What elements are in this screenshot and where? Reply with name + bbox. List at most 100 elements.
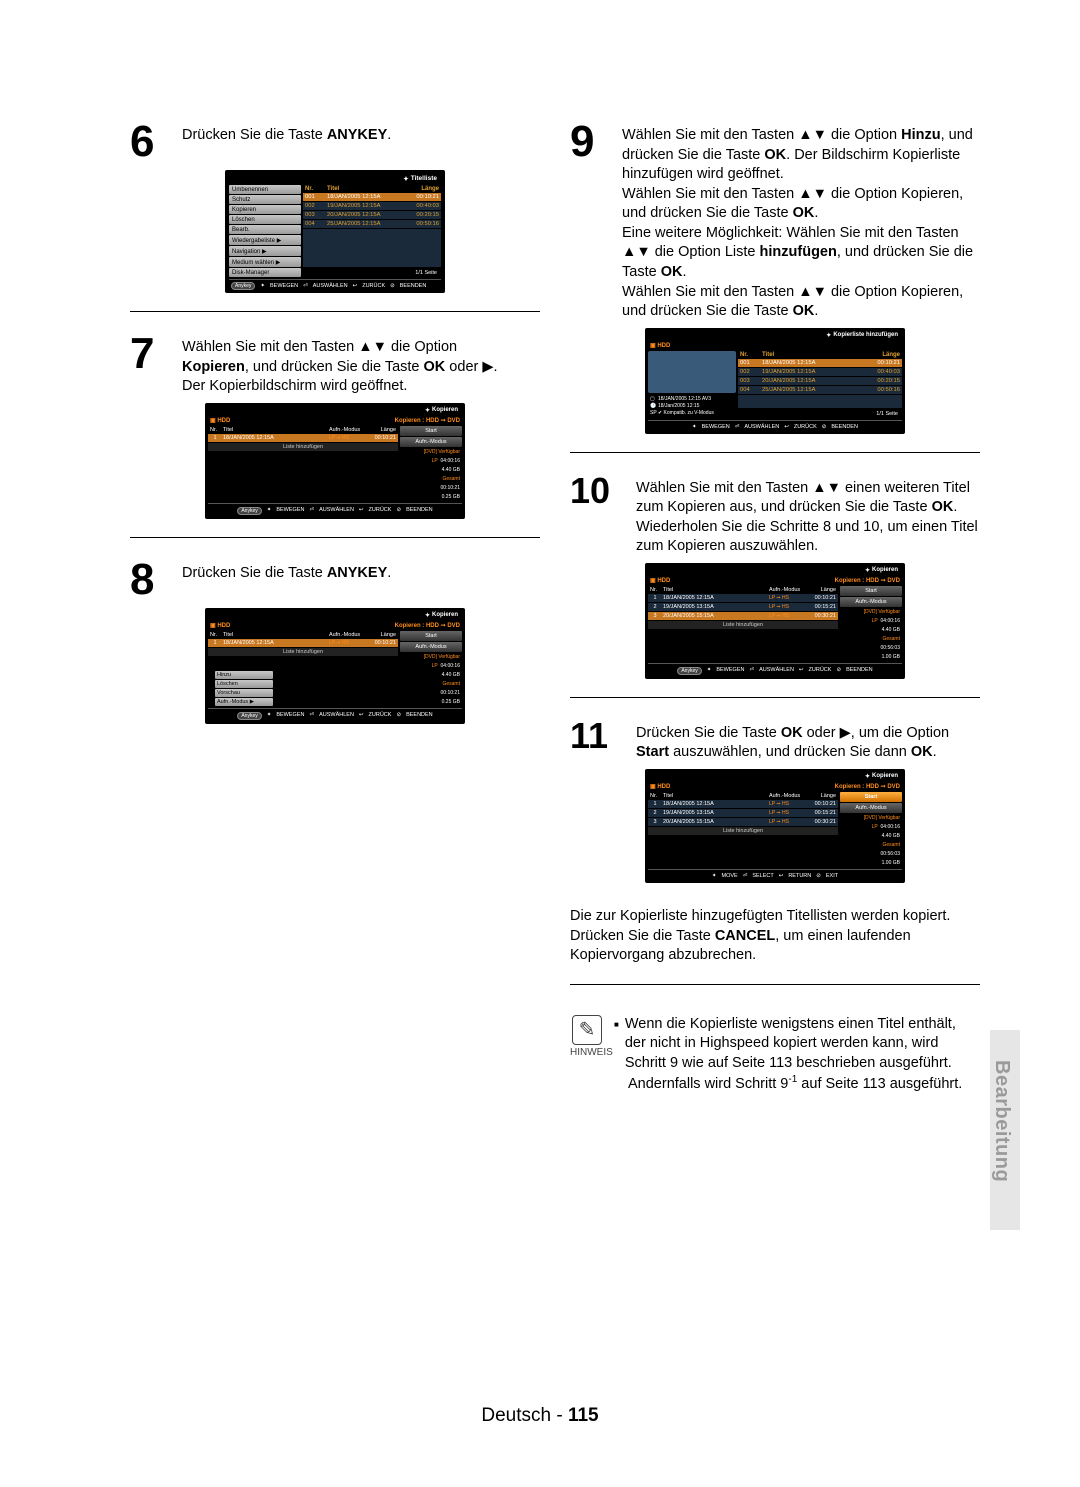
step-8-text: Drücken Sie die Taste ANYKEY.	[182, 558, 391, 584]
step-10-text: Wählen Sie mit den Tasten ▲▼ einen weite…	[636, 473, 980, 557]
scr-title: Titelliste	[229, 174, 441, 185]
table-row[interactable]: 00118/JAN/2005 12:15A00:10:21	[303, 193, 441, 201]
step-number: 6	[130, 120, 174, 164]
anykey-pill: Anykey	[237, 507, 261, 515]
aufn-modus-button[interactable]: Aufn.-Modus	[840, 597, 902, 607]
table-row[interactable]: 219/JAN/2005 13:15ALP ➞ HS00:15:21	[648, 603, 838, 611]
table-row[interactable]: 118/JAN/2005 12:15ALP ➞ HS00:10:21	[208, 639, 398, 647]
table-row[interactable]: 320/JAN/2005 15:15ALP ➞ HS00:30:21	[648, 612, 838, 620]
step-number: 9	[570, 120, 614, 164]
table-row[interactable]: 00118/JAN/2005 12:15A00:10:21	[738, 359, 902, 367]
after-11-text: Die zur Kopierliste hinzugefügten Titell…	[570, 901, 980, 966]
start-button[interactable]: Start	[400, 426, 462, 436]
thumbnail	[648, 351, 736, 393]
scr6-footer: Anykey ✦BEWEGEN ⏎AUSWÄHLEN ↩ZURÜCK ⊘BEEN…	[229, 279, 441, 290]
start-button[interactable]: Start	[840, 586, 902, 596]
page-indicator: 1/1 Seite	[303, 267, 441, 277]
separator	[570, 984, 980, 985]
anykey-pill: Anykey	[677, 667, 701, 675]
scr-title: Kopieren	[648, 566, 902, 576]
step-11-text: Drücken Sie die Taste OK oder ▶, um die …	[636, 718, 980, 763]
scr6-col-header: Nr.TitelLänge	[303, 185, 441, 193]
table-row[interactable]: 00425/JAN/2005 12:15A00:50:16	[303, 220, 441, 228]
aufn-modus-button[interactable]: Aufn.-Modus	[840, 803, 902, 813]
table-row[interactable]: 00320/JAN/2005 12:15A00:20:15	[303, 211, 441, 219]
side-tab: Bearbeitung	[990, 1030, 1020, 1230]
step-9-text: Wählen Sie mit den Tasten ▲▼ die Option …	[622, 120, 980, 322]
table-row[interactable]: 219/JAN/2005 13:15ALP ➞ HS00:15:21	[648, 809, 838, 817]
menu-item[interactable]: Disk-Manager	[229, 268, 301, 277]
popup-item[interactable]: Aufn.-Modus ▶	[215, 698, 273, 706]
hinweis-note: ✎ HINWEIS ■Wenn die Kopierliste wenigste…	[570, 1015, 980, 1095]
text: Drücken Sie die Taste	[182, 127, 327, 143]
menu-item[interactable]: Bearb.	[229, 225, 301, 234]
popup-item[interactable]: Hinzu	[215, 671, 273, 679]
step-number: 7	[130, 332, 174, 376]
separator	[570, 452, 980, 453]
scr-title: Kopierliste hinzufügen	[648, 331, 902, 341]
step-11: 11 Drücken Sie die Taste OK oder ▶, um d…	[570, 718, 980, 763]
table-row[interactable]: 118/JAN/2005 12:15ALP ➞ HS00:10:21	[648, 594, 838, 602]
page-columns: 6 Drücken Sie die Taste ANYKEY. Titellis…	[130, 120, 980, 1095]
start-button[interactable]: Start	[400, 631, 462, 641]
separator	[130, 311, 540, 312]
menu-item[interactable]: Löschen	[229, 215, 301, 224]
table-row[interactable]: 118/JAN/2005 12:15ALP ➞ HS00:10:21	[648, 800, 838, 808]
separator	[130, 537, 540, 538]
add-list-row[interactable]: Liste hinzufügen	[208, 443, 398, 451]
menu-item[interactable]: Navigation ▶	[229, 246, 301, 256]
screenshot-11-kopieren: Kopieren ▣ HDDKopieren : HDD ➞ DVD Nr.Ti…	[645, 769, 905, 883]
scr6-rows: 00118/JAN/2005 12:15A00:10:2100219/JAN/2…	[303, 193, 441, 229]
menu-item[interactable]: Schutz	[229, 195, 301, 204]
page-footer: Deutsch - 115	[0, 1405, 1080, 1427]
menu-item[interactable]: Kopieren	[229, 205, 301, 214]
popup-item[interactable]: Löschen	[215, 680, 273, 688]
table-row[interactable]: 320/JAN/2005 15:15ALP ➞ HS00:30:21	[648, 818, 838, 826]
scr6-side-menu: UmbenennenSchutzKopierenLöschenBearb.Wie…	[229, 185, 301, 277]
screenshot-9-add-list: Kopierliste hinzufügen ▣ HDD ▢18/JAN/200…	[645, 328, 905, 434]
add-list-row[interactable]: Liste hinzufügen	[208, 648, 398, 656]
left-column: 6 Drücken Sie die Taste ANYKEY. Titellis…	[130, 120, 540, 1095]
aufn-modus-button[interactable]: Aufn.-Modus	[400, 642, 462, 652]
step-number: 10	[570, 473, 628, 509]
note-text: ■Wenn die Kopierliste wenigstens einen T…	[614, 1015, 980, 1095]
page-indicator: 1/1 Seite	[738, 408, 902, 418]
scr8-popup-menu: HinzuLöschenVorschauAufn.-Modus ▶	[215, 671, 273, 706]
step-6: 6 Drücken Sie die Taste ANYKEY.	[130, 120, 540, 164]
menu-item[interactable]: Medium wählen ▶	[229, 257, 301, 267]
screenshot-6-titlelist: Titelliste UmbenennenSchutzKopierenLösch…	[225, 170, 445, 293]
table-row[interactable]: 00219/JAN/2005 12:15A00:40:03	[738, 368, 902, 376]
table-row[interactable]: 00425/JAN/2005 12:15A00:50:16	[738, 386, 902, 394]
menu-item[interactable]: Wiedergabeliste ▶	[229, 235, 301, 245]
side-tab-label: Bearbeitung	[990, 1030, 1013, 1182]
key-anykey: ANYKEY	[327, 127, 387, 143]
note-label: HINWEIS	[570, 1047, 613, 1058]
add-list-row[interactable]: Liste hinzufügen	[648, 621, 838, 629]
step-number: 8	[130, 558, 174, 602]
note-icon: ✎ HINWEIS	[570, 1015, 604, 1058]
text: .	[387, 127, 391, 143]
add-list-row[interactable]: Liste hinzufügen	[648, 827, 838, 835]
table-row[interactable]: 118/JAN/2005 12:15ALP ➞ HS00:10:21	[208, 434, 398, 442]
step-8: 8 Drücken Sie die Taste ANYKEY.	[130, 558, 540, 602]
popup-item[interactable]: Vorschau	[215, 689, 273, 697]
step-number: 11	[570, 718, 628, 754]
step-6-text: Drücken Sie die Taste ANYKEY.	[182, 120, 391, 146]
anykey-pill: Anykey	[231, 282, 255, 290]
anykey-pill: Anykey	[237, 712, 261, 720]
table-row[interactable]: 00219/JAN/2005 12:15A00:40:03	[303, 202, 441, 210]
start-button[interactable]: Start	[840, 792, 902, 802]
table-row[interactable]: 00320/JAN/2005 12:15A00:20:15	[738, 377, 902, 385]
aufn-modus-button[interactable]: Aufn.-Modus	[400, 437, 462, 447]
separator	[570, 697, 980, 698]
scr-title: Kopieren	[648, 772, 902, 782]
screenshot-8-kopieren: Kopieren ▣ HDDKopieren : HDD ➞ DVD Nr.Ti…	[205, 608, 465, 724]
screenshot-7-kopieren: Kopieren ▣ HDDKopieren : HDD ➞ DVD Nr.Ti…	[205, 403, 465, 519]
menu-item[interactable]: Umbenennen	[229, 185, 301, 194]
meta-info: ▢18/JAN/2005 12:15 AV3 🕐18/Jan/2005 12:1…	[648, 395, 736, 418]
scr-title: Kopieren	[208, 611, 462, 621]
scr6-main: Nr.TitelLänge 00118/JAN/2005 12:15A00:10…	[303, 185, 441, 277]
step-7: 7 Wählen Sie mit den Tasten ▲▼ die Optio…	[130, 332, 540, 397]
screenshot-10-kopieren: Kopieren ▣ HDDKopieren : HDD ➞ DVD Nr.Ti…	[645, 563, 905, 679]
step-9: 9 Wählen Sie mit den Tasten ▲▼ die Optio…	[570, 120, 980, 322]
